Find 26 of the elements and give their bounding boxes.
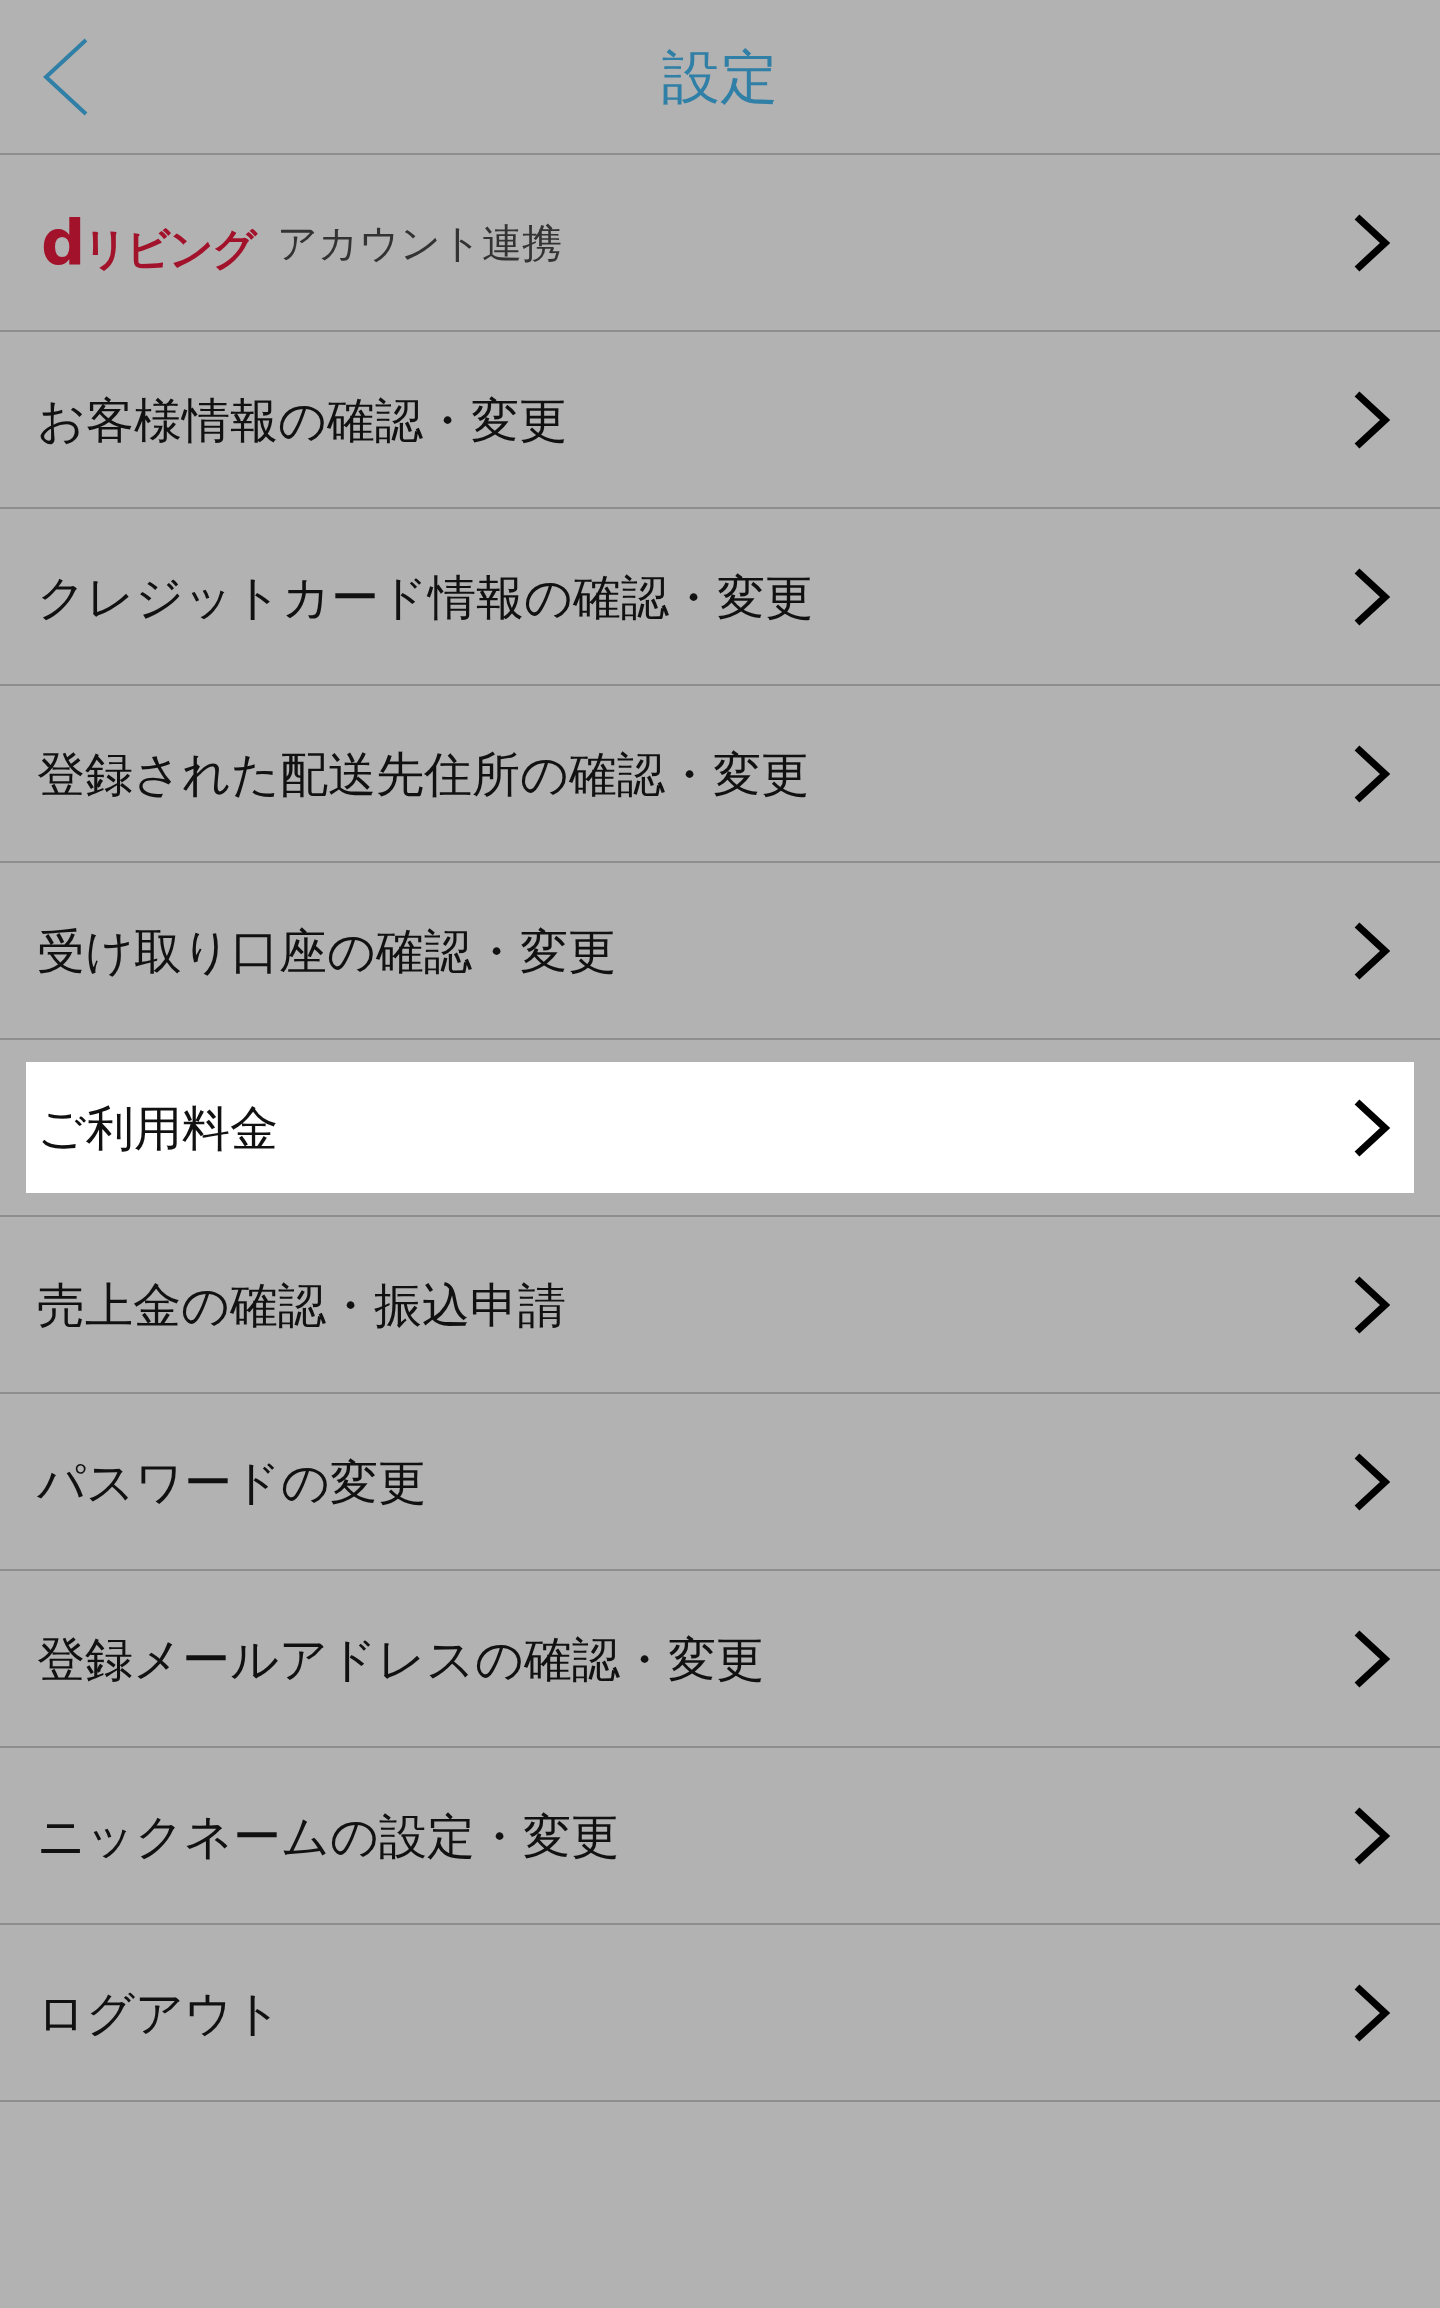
chevron-right-icon (1352, 1451, 1390, 1512)
chevron-right-icon (1352, 1097, 1390, 1158)
back-button[interactable] (42, 37, 90, 116)
chevron-right-icon (1352, 389, 1390, 450)
menu-item[interactable]: ログアウト (26, 1947, 1414, 2078)
chevron-right-icon (1352, 1982, 1390, 2043)
menu-item[interactable]: ニックネームの設定・変更 (26, 1770, 1414, 1901)
back-icon (42, 37, 90, 116)
chevron-right-icon (1352, 1274, 1390, 1335)
menu-item[interactable]: 登録メールアドレスの確認・変更 (26, 1593, 1414, 1724)
menu-item[interactable]: 売上金の確認・振込申請 (26, 1239, 1414, 1370)
menu-item[interactable]: ご利用料金 (26, 1062, 1414, 1193)
menu-item[interactable]: パスワードの変更 (26, 1416, 1414, 1547)
chevron-right-icon (1352, 743, 1390, 804)
chevron-right-icon (1352, 1628, 1390, 1689)
menu-item[interactable]: 登録された配送先住所の確認・変更 (26, 708, 1414, 839)
menu-item[interactable]: お客様情報の確認・変更 (26, 354, 1414, 485)
chevron-right-icon (1352, 920, 1390, 981)
chevron-right-icon (1352, 1805, 1390, 1866)
page-title: 設定 (662, 47, 778, 106)
menu-item[interactable]: クレジットカード情報の確認・変更 (26, 531, 1414, 662)
brand-logo: dリビング (41, 211, 256, 274)
menu-item[interactable]: dリビング アカウント連携 (26, 177, 1414, 308)
chevron-right-icon (1352, 566, 1390, 627)
menu-item[interactable]: 受け取り口座の確認・変更 (26, 885, 1414, 1016)
chevron-right-icon (1352, 212, 1390, 273)
